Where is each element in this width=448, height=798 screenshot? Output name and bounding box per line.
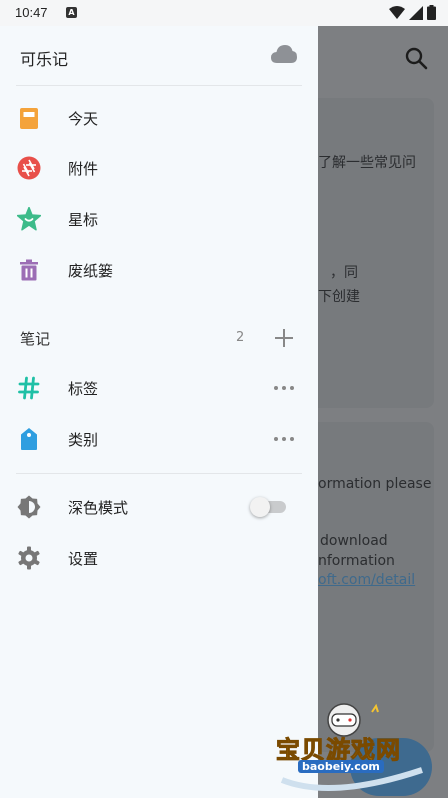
nav-item-label: 类别 xyxy=(68,431,99,449)
dark-mode-toggle[interactable] xyxy=(250,496,288,517)
note-card[interactable] xyxy=(300,98,434,408)
gear-icon xyxy=(18,546,40,570)
note-preview-text: 下创建 xyxy=(318,289,360,305)
notes-count: 2 xyxy=(236,330,245,345)
toggle-knob xyxy=(250,497,270,517)
note-preview-text: ，同 xyxy=(330,265,358,281)
more-options-icon[interactable] xyxy=(272,378,296,398)
note-preview-link[interactable]: oft.com/detail xyxy=(318,572,415,588)
nav-item-label: 附件 xyxy=(68,160,99,178)
status-time: 10:47 xyxy=(15,5,48,20)
divider xyxy=(16,85,302,86)
brightness-icon xyxy=(17,495,41,519)
nav-item-label: 设置 xyxy=(68,550,99,568)
signal-icon xyxy=(409,5,423,20)
nav-item-label: 星标 xyxy=(68,211,99,229)
calendar-icon xyxy=(20,108,38,129)
app-title: 可乐记 xyxy=(20,50,69,69)
notification-icon: A xyxy=(66,7,77,18)
notes-section-label: 笔记 xyxy=(20,330,51,348)
cloud-sync-icon[interactable] xyxy=(270,44,298,64)
nav-item-settings[interactable]: 设置 xyxy=(0,533,318,583)
nav-item-label: 今天 xyxy=(68,110,99,128)
nav-item-tags[interactable]: 标签 xyxy=(0,363,318,413)
add-notebook-icon[interactable] xyxy=(272,326,296,350)
watermark-logo: 宝贝游戏网 baobeiy.com xyxy=(272,700,448,798)
nav-item-categories[interactable]: 类别 xyxy=(0,414,318,464)
tag-icon xyxy=(21,428,37,450)
note-preview-text: ormation please xyxy=(318,476,432,492)
nav-item-today[interactable]: 今天 xyxy=(0,93,318,143)
trash-icon xyxy=(20,259,38,281)
nav-item-trash[interactable]: 废纸篓 xyxy=(0,245,318,295)
hashtag-icon xyxy=(18,376,40,400)
wifi-icon xyxy=(389,5,405,19)
note-preview-text: download xyxy=(320,533,388,549)
search-icon[interactable] xyxy=(404,46,428,70)
nav-item-dark-mode[interactable]: 深色模式 xyxy=(0,482,318,532)
note-preview-text: 了解一些常见问 xyxy=(318,155,416,171)
status-icons xyxy=(389,5,436,20)
note-preview-text: nformation xyxy=(318,553,395,569)
more-options-icon[interactable] xyxy=(272,429,296,449)
star-icon xyxy=(17,207,41,231)
aperture-icon xyxy=(17,156,41,180)
divider xyxy=(16,473,302,474)
nav-item-starred[interactable]: 星标 xyxy=(0,194,318,244)
watermark-url: baobeiy.com xyxy=(298,760,384,773)
navigation-drawer: 可乐记 今天 附件 星标 废纸篓 笔记 2 标签 类别 深色模式 设置 xyxy=(0,26,318,798)
nav-item-label: 深色模式 xyxy=(68,499,129,517)
nav-item-attachments[interactable]: 附件 xyxy=(0,143,318,193)
drawer-header: 可乐记 xyxy=(0,26,318,86)
status-bar: 10:47 A xyxy=(0,0,448,26)
nav-item-label: 废纸篓 xyxy=(68,262,114,280)
battery-icon xyxy=(427,5,436,20)
nav-item-label: 标签 xyxy=(68,380,99,398)
